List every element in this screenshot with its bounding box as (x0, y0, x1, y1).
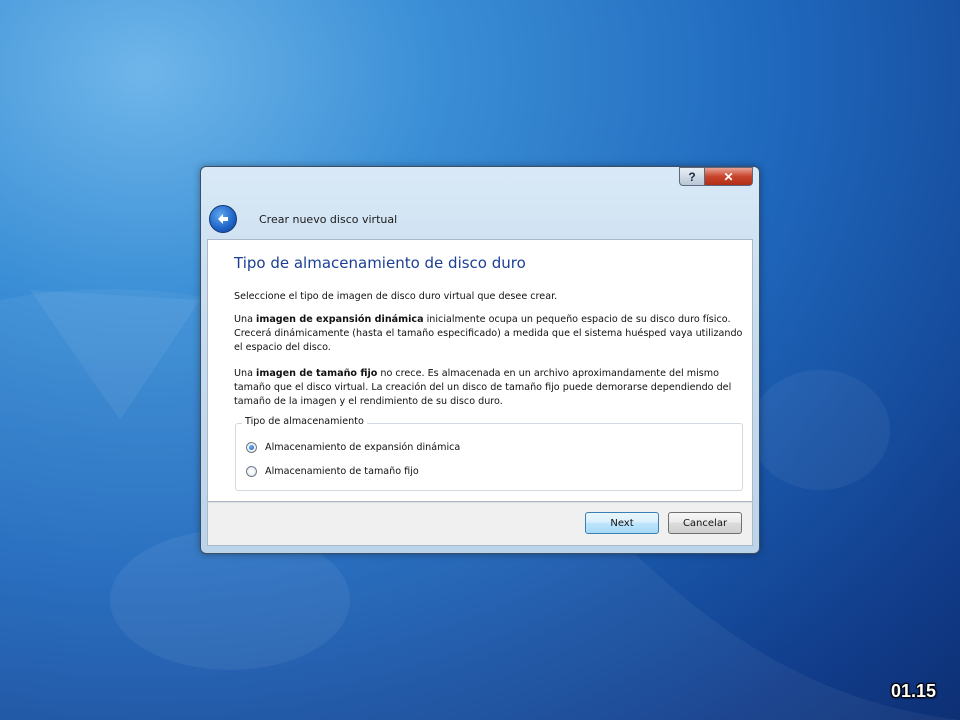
next-button[interactable]: Next (585, 512, 659, 534)
radio-button-unselected[interactable] (246, 466, 257, 477)
caption-buttons: ? ✕ (679, 167, 753, 186)
fixed-term: imagen de tamaño fijo (256, 368, 378, 379)
fixed-description: Una imagen de tamaño fijo no crece. Es a… (234, 368, 732, 407)
radio-dynamic-label: Almacenamiento de expansión dinámica (265, 442, 461, 453)
intro-text: Seleccione el tipo de imagen de disco du… (234, 291, 558, 302)
dynamic-description: Una imagen de expansión dinámica inicial… (234, 314, 743, 353)
help-button[interactable]: ? (679, 167, 705, 186)
back-arrow-icon (218, 214, 228, 224)
storage-type-group: Tipo de almacenamiento Almacenamiento de… (235, 416, 743, 491)
wizard-content-panel: Tipo de almacenamiento de disco duro Sel… (207, 239, 753, 502)
wizard-header: Crear nuevo disco virtual (209, 203, 397, 235)
slide-number: 01.15 (890, 681, 936, 701)
page-title: Tipo de almacenamiento de disco duro (234, 254, 526, 272)
radio-fixed-storage[interactable]: Almacenamiento de tamaño fijo (246, 466, 419, 477)
create-virtual-disk-dialog: ? ✕ Crear nuevo disco virtual Tipo de al… (200, 166, 760, 554)
storage-type-legend: Tipo de almacenamiento (242, 416, 367, 427)
wizard-footer: Next Cancelar (207, 502, 753, 546)
close-button[interactable]: ✕ (705, 167, 753, 186)
radio-fixed-label: Almacenamiento de tamaño fijo (265, 466, 419, 477)
window-title: Crear nuevo disco virtual (259, 212, 398, 226)
back-button[interactable] (209, 205, 237, 233)
radio-dynamic-storage[interactable]: Almacenamiento de expansión dinámica (246, 442, 460, 453)
dynamic-term: imagen de expansión dinámica (256, 314, 424, 325)
cancel-button[interactable]: Cancelar (668, 512, 742, 534)
radio-button-selected[interactable] (246, 442, 257, 453)
